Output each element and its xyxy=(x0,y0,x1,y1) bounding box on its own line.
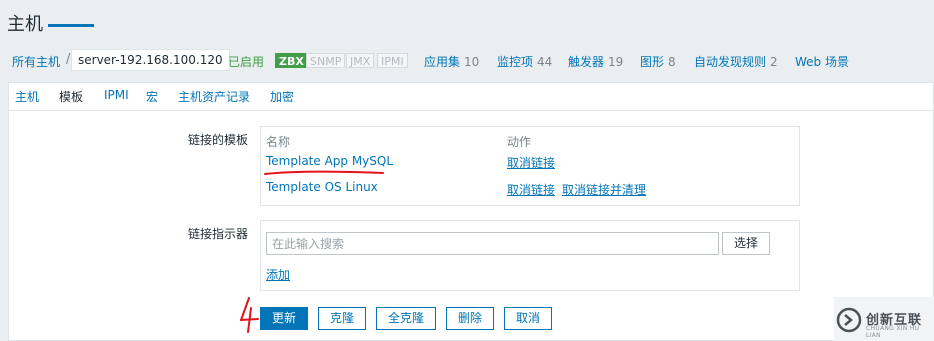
watermark-logo-icon xyxy=(836,307,862,333)
template-search-input[interactable] xyxy=(266,232,719,255)
red-annotation-underline xyxy=(264,170,384,175)
tab-encryption[interactable]: 加密 xyxy=(270,88,294,105)
badge-snmp: SNMP xyxy=(306,53,346,68)
host-navigation-bar: 所有主机 / server-192.168.100.120 已启用 ZBX SN… xyxy=(0,44,934,78)
cancel-button[interactable]: 取消 xyxy=(504,307,552,330)
link-applications[interactable]: 应用集 10 xyxy=(424,53,479,70)
breadcrumb-all-hosts[interactable]: 所有主机 xyxy=(12,53,60,70)
link-discovery-rules[interactable]: 自动发现规则 2 xyxy=(694,53,778,70)
watermark-subtext: CHUANG XIN HU LIAN xyxy=(866,325,920,339)
badge-jmx: JMX xyxy=(346,53,375,68)
link-graphs-count: 8 xyxy=(668,55,676,69)
template-link-linux[interactable]: Template OS Linux xyxy=(266,180,378,194)
link-discovery-rules-count: 2 xyxy=(770,55,778,69)
link-items[interactable]: 监控项 44 xyxy=(497,53,552,70)
link-indicator-box xyxy=(260,220,800,291)
tab-inventory[interactable]: 主机资产记录 xyxy=(178,88,250,105)
unlink-mysql-button[interactable]: 取消链接 xyxy=(507,154,555,171)
link-triggers[interactable]: 触发器 19 xyxy=(568,53,623,70)
tab-host[interactable]: 主机 xyxy=(15,88,39,105)
link-items-count: 44 xyxy=(537,55,553,69)
clone-button[interactable]: 克隆 xyxy=(318,307,366,330)
link-triggers-count: 19 xyxy=(608,55,624,69)
tab-macros[interactable]: 宏 xyxy=(146,88,158,105)
unlink-linux-button[interactable]: 取消链接 xyxy=(507,181,555,198)
red-annotation-mark xyxy=(240,297,259,333)
link-items-label: 监控项 xyxy=(497,55,534,69)
select-button[interactable]: 选择 xyxy=(722,232,770,255)
link-graphs[interactable]: 图形 8 xyxy=(640,53,676,70)
delete-button[interactable]: 删除 xyxy=(446,307,494,330)
link-discovery-rules-label: 自动发现规则 xyxy=(694,55,767,69)
tab-templates[interactable]: 模板 xyxy=(59,88,83,105)
badge-ipmi: IPMI xyxy=(377,53,408,68)
badge-zbx: ZBX xyxy=(275,53,308,68)
link-applications-label: 应用集 xyxy=(424,55,461,69)
breadcrumb-host-name: server-192.168.100.120 xyxy=(71,49,230,71)
template-link-mysql[interactable]: Template App MySQL xyxy=(266,154,393,168)
host-status-enabled[interactable]: 已启用 xyxy=(228,53,264,70)
link-graphs-label: 图形 xyxy=(640,55,665,69)
column-header-action: 动作 xyxy=(507,135,532,149)
linked-templates-label: 链接的模板 xyxy=(188,133,249,147)
page-title: 主机 xyxy=(7,14,43,35)
add-template-link[interactable]: 添加 xyxy=(266,266,290,283)
breadcrumb-separator: / xyxy=(66,52,71,67)
unlink-and-clear-linux-button[interactable]: 取消链接并清理 xyxy=(562,181,646,198)
column-header-name: 名称 xyxy=(266,135,291,149)
active-tab-indicator xyxy=(48,24,94,27)
link-applications-count: 10 xyxy=(464,55,480,69)
link-indicator-label: 链接指示器 xyxy=(188,227,249,241)
update-button[interactable]: 更新 xyxy=(260,307,308,330)
link-web-scenarios[interactable]: Web 场景 xyxy=(795,53,849,70)
link-triggers-label: 触发器 xyxy=(568,55,605,69)
tab-ipmi[interactable]: IPMI xyxy=(104,88,129,102)
full-clone-button[interactable]: 全克隆 xyxy=(376,307,436,330)
